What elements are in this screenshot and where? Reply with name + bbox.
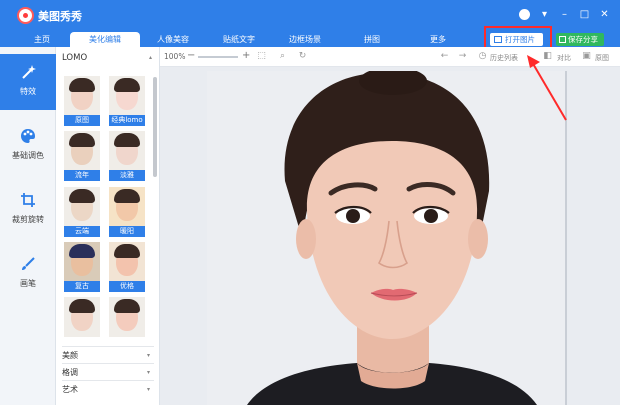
chevron-down-icon: ▾ (146, 386, 150, 393)
portrait-image (207, 71, 566, 405)
undo-icon[interactable]: ← (439, 51, 450, 62)
share-icon (559, 36, 566, 43)
effect-label: 复古 (64, 281, 100, 292)
effect-label: 原图 (64, 115, 100, 126)
effects-category[interactable]: LOMO (62, 53, 87, 63)
effect-thumb-extra-1[interactable] (64, 297, 100, 337)
canvas-toolbar: 100% − + ⬚ ⌕ ↻ ← → ◷ 历史列表 ◧ 对比 ▣ 原图 (160, 47, 620, 67)
category-gediao[interactable]: 格调 ▾ (62, 363, 154, 380)
hair-icon (69, 133, 95, 147)
save-share-button[interactable]: 保存分享 (556, 33, 604, 46)
effect-thumb-youge[interactable]: 优格 (109, 242, 145, 292)
effect-thumb-extra-2[interactable] (109, 297, 145, 337)
canvas-area (160, 67, 620, 405)
effect-label: 云端 (64, 226, 100, 237)
sidebar-item-effects[interactable]: 特效 (0, 54, 56, 110)
hair-icon (114, 244, 140, 258)
history-list-label[interactable]: 历史列表 (490, 53, 518, 63)
sidebar-item-crop-rotate[interactable]: 裁剪旋转 (0, 182, 56, 238)
hair-icon (114, 133, 140, 147)
zoom-out-icon[interactable]: − (187, 50, 195, 61)
rotate-icon[interactable]: ↻ (297, 51, 308, 62)
effect-thumb-original[interactable]: 原图 (64, 76, 100, 126)
zoom-search-icon[interactable]: ⌕ (277, 51, 288, 62)
magic-wand-icon (22, 65, 36, 79)
window-controls: ▾ – □ ✕ (519, 9, 610, 20)
redo-icon[interactable]: → (457, 51, 468, 62)
palette-icon (21, 129, 35, 143)
original-label[interactable]: 原图 (595, 53, 609, 63)
hair-icon (69, 244, 95, 258)
portrait-photo[interactable] (207, 71, 566, 405)
tab-stickers-text[interactable]: 贴纸文字 (208, 32, 270, 47)
hair-icon (69, 299, 95, 313)
effect-thumb-yunduan[interactable]: 云端 (64, 187, 100, 237)
brush-icon (22, 257, 35, 270)
tab-more[interactable]: 更多 (412, 32, 464, 47)
category-label: 艺术 (62, 385, 78, 394)
effect-thumb-danya[interactable]: 淡雅 (109, 131, 145, 181)
menu-icon[interactable]: ▾ (539, 9, 550, 20)
effect-thumb-classic-lomo[interactable]: 经典lomo (109, 76, 145, 126)
category-label: 美颜 (62, 351, 78, 360)
effect-label: 流年 (64, 170, 100, 181)
original-icon[interactable]: ▣ (581, 51, 592, 62)
tab-home[interactable]: 主页 (22, 32, 62, 47)
chevron-down-icon: ▾ (146, 352, 150, 359)
zoom-slider[interactable] (198, 56, 238, 58)
sidebar-item-basic-color[interactable]: 基础调色 (0, 118, 56, 174)
tab-beautify[interactable]: 美化编辑 (70, 32, 140, 47)
hair-icon (69, 78, 95, 92)
left-sidebar: 特效 基础调色 裁剪旋转 画笔 (0, 47, 56, 405)
hair-icon (114, 299, 140, 313)
tab-portrait[interactable]: 人像美容 (142, 32, 204, 47)
tab-collage[interactable]: 拼图 (346, 32, 398, 47)
sidebar-label-effects: 特效 (20, 87, 36, 96)
zoom-level: 100% (164, 52, 186, 61)
app-logo-icon (17, 7, 34, 24)
crop-icon (21, 193, 35, 207)
effect-thumb-fugu[interactable]: 复古 (64, 242, 100, 292)
collapse-caret-icon[interactable]: ▴ (149, 54, 152, 61)
category-meiyan[interactable]: 美颜 ▾ (62, 346, 154, 363)
history-icon[interactable]: ◷ (477, 51, 488, 62)
close-icon[interactable]: ✕ (599, 9, 610, 20)
effects-panel: LOMO ▴ 原图 经典lomo 流年 淡雅 云端 暖阳 复古 优格 美颜 ▾ … (56, 47, 160, 405)
sidebar-label-crop-rotate: 裁剪旋转 (12, 215, 44, 224)
effect-label: 淡雅 (109, 170, 145, 181)
hair-icon (69, 189, 95, 203)
sidebar-label-basic-color: 基础调色 (12, 151, 44, 160)
zoom-in-icon[interactable]: + (242, 50, 250, 61)
effect-label: 优格 (109, 281, 145, 292)
chevron-down-icon: ▾ (146, 369, 150, 376)
save-share-label: 保存分享 (568, 35, 598, 44)
effect-label: 经典lomo (109, 115, 145, 126)
panel-scrollbar[interactable] (153, 77, 157, 177)
effect-thumb-nuanyang[interactable]: 暖阳 (109, 187, 145, 237)
compare-label[interactable]: 对比 (557, 53, 571, 63)
minimize-icon[interactable]: – (559, 9, 570, 20)
effect-thumb-liunian[interactable]: 流年 (64, 131, 100, 181)
effect-label: 暖阳 (109, 226, 145, 237)
canvas-scrollbar[interactable] (565, 71, 567, 405)
maximize-icon[interactable]: □ (579, 9, 590, 20)
category-yishu[interactable]: 艺术 ▾ (62, 380, 154, 397)
tab-frames[interactable]: 边框场景 (274, 32, 336, 47)
compare-icon[interactable]: ◧ (542, 51, 553, 62)
message-icon[interactable] (519, 9, 530, 20)
app-title: 美图秀秀 (38, 10, 82, 23)
hair-icon (114, 189, 140, 203)
sidebar-item-brush[interactable]: 画笔 (0, 246, 56, 302)
hair-icon (114, 78, 140, 92)
fit-screen-icon[interactable]: ⬚ (256, 51, 267, 62)
sidebar-label-brush: 画笔 (20, 279, 36, 288)
category-label: 格调 (62, 368, 78, 377)
